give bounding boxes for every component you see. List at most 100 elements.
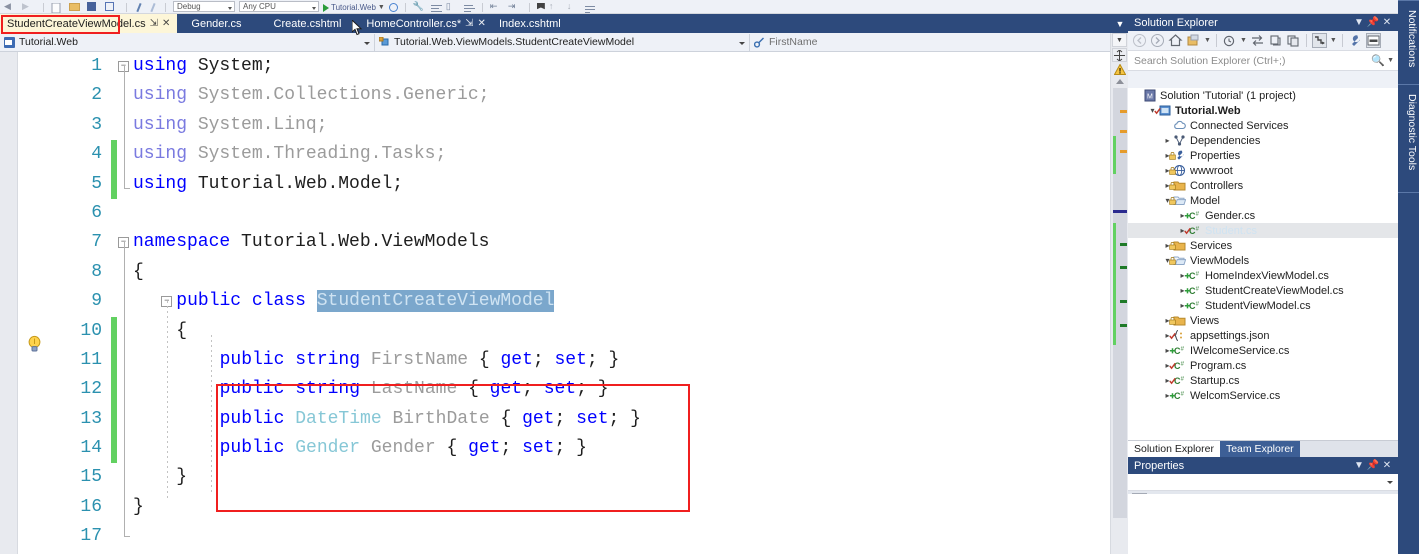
tree-item-startup-cs[interactable]: ▸ C # Startup.cs <box>1128 373 1398 388</box>
tree-item-homeindexviewmodel-cs[interactable]: ▸ C # HomeIndexViewModel.cs <box>1128 268 1398 283</box>
tree-item-gender-cs[interactable]: ▸ C # Gender.cs <box>1128 208 1398 223</box>
undo-icon[interactable] <box>134 3 144 12</box>
tree-item-welcomservice-cs[interactable]: ▸ C # WelcomService.cs <box>1128 388 1398 403</box>
pin-icon[interactable]: 📌 <box>1366 17 1380 28</box>
code-line[interactable]: 16} <box>58 493 1110 522</box>
search-icon[interactable]: 🔍 <box>1371 54 1385 67</box>
chevron-right-icon[interactable]: ▸ <box>1162 136 1173 145</box>
sync-with-active-document-icon[interactable] <box>1250 33 1265 48</box>
tree-item-viewmodels[interactable]: ▾ ViewModels <box>1128 253 1398 268</box>
tree-item-program-cs[interactable]: ▸ C # Program.cs <box>1128 358 1398 373</box>
tab-student-create-view-model[interactable]: StudentCreateViewModel.cs ⇲ ✕ <box>0 14 178 33</box>
new-file-icon[interactable] <box>51 1 65 13</box>
redo-icon[interactable] <box>148 3 158 12</box>
uncomment-icon[interactable] <box>463 4 475 12</box>
tree-item-model[interactable]: ▾ Model <box>1128 193 1398 208</box>
solution-explorer-search[interactable]: Search Solution Explorer (Ctrl+;) 🔍 ▼ <box>1128 51 1398 71</box>
scrollbar-options-icon[interactable]: ▼ <box>1112 33 1127 47</box>
clear-bookmarks-icon[interactable] <box>584 4 596 13</box>
show-all-files-icon[interactable] <box>1311 33 1327 48</box>
properties-object-dropdown[interactable] <box>1128 474 1398 491</box>
start-debug-button[interactable]: Tutorial.Web ▼ <box>323 3 385 12</box>
code-line[interactable]: 6 <box>58 199 1110 228</box>
tree-item-studentcreateviewmodel-cs[interactable]: ▸ C # StudentCreateViewModel.cs <box>1128 283 1398 298</box>
outdent-icon[interactable]: ⇤ <box>490 1 504 12</box>
bookmark-icon[interactable] <box>536 3 545 10</box>
tree-item-solution-tutorial-1-project[interactable]: M Solution 'Tutorial' (1 project) <box>1128 88 1398 103</box>
prev-bookmark-icon[interactable]: ↑ <box>549 1 563 12</box>
code-line[interactable]: 5 using Tutorial.Web.Model; <box>58 169 1110 199</box>
tab-team-explorer[interactable]: Team Explorer <box>1219 441 1300 457</box>
close-icon[interactable]: ✕ <box>1380 460 1394 471</box>
close-icon[interactable]: ✕ <box>1380 17 1394 28</box>
open-file-icon[interactable] <box>69 1 83 12</box>
code-line[interactable]: 3 using System.Linq; <box>58 111 1110 140</box>
code-line[interactable]: 15} <box>58 463 1110 492</box>
vertical-tab-diagnostic-tools[interactable]: Diagnostic Tools <box>1399 88 1418 176</box>
comment-icon[interactable]: ▯ <box>446 1 460 12</box>
tree-item-tutorial-web[interactable]: ▾ Tutorial.Web <box>1128 103 1398 118</box>
tab-home-controller[interactable]: HomeController.cs* ⇲ ✕ <box>359 14 493 33</box>
tree-item-student-cs[interactable]: ▸ C # Student.cs <box>1128 223 1398 238</box>
code-line[interactable]: 11 public string FirstName { get; set; } <box>58 345 1110 376</box>
navbar-member-dropdown[interactable]: FirstName <box>750 33 1128 51</box>
code-line[interactable]: 10 { <box>58 316 1110 346</box>
search-input[interactable]: Search Solution Explorer (Ctrl+;) <box>1134 55 1285 67</box>
code-line[interactable]: 9 public class StudentCreateViewModel <box>58 287 1110 316</box>
panel-menu-chevron-icon[interactable]: ▼ <box>1352 460 1366 471</box>
collapse-all-icon[interactable] <box>1286 33 1301 48</box>
pin-icon[interactable]: ⇲ <box>465 18 473 29</box>
indent-icon[interactable] <box>430 4 442 12</box>
tree-item-dependencies[interactable]: ▸ Dependencies <box>1128 133 1398 148</box>
switch-views-chevron-icon[interactable]: ▼ <box>1204 37 1211 44</box>
close-icon[interactable]: ✕ <box>162 18 170 29</box>
code-line[interactable]: 7 namespace Tutorial.Web.ViewModels <box>58 228 1110 257</box>
next-bookmark-icon[interactable]: ↓ <box>567 1 581 12</box>
scroll-up-arrow-icon[interactable] <box>1116 79 1124 84</box>
back-icon[interactable] <box>1132 33 1147 48</box>
code-line[interactable]: 12 public string LastName { get; set; } <box>58 375 1110 405</box>
navbar-project-dropdown[interactable]: Tutorial.Web <box>0 33 375 51</box>
switch-views-icon[interactable] <box>1186 33 1201 48</box>
code-line[interactable]: 13 public DateTime BirthDate { get; set; … <box>58 404 1110 435</box>
save-all-icon[interactable] <box>105 1 119 12</box>
solution-configuration-dropdown[interactable]: Debug <box>173 1 235 12</box>
split-view-icon[interactable] <box>1112 48 1127 62</box>
code-line[interactable]: 1 using System; <box>58 52 1110 81</box>
solution-platform-dropdown[interactable]: Any CPU <box>239 1 319 12</box>
panel-menu-chevron-icon[interactable]: ▼ <box>1352 17 1366 28</box>
code-lines-container[interactable]: 1 using System; 2 using System.Collections.… <box>58 52 1110 554</box>
tab-create-cshtml[interactable]: Create.cshtml <box>256 14 360 33</box>
preview-selected-items-icon[interactable] <box>1365 33 1381 48</box>
tab-overflow-chevron-icon[interactable]: ▼ <box>1112 14 1128 33</box>
properties-wrench-icon[interactable] <box>1348 33 1363 48</box>
live-share-icon[interactable] <box>388 3 398 12</box>
close-icon[interactable]: ✕ <box>478 18 486 29</box>
properties-grid[interactable] <box>1128 494 1398 554</box>
code-editor[interactable]: 1 using System; 2 using System.Collections.… <box>0 52 1110 554</box>
tree-item-views[interactable]: ▸ Views <box>1128 313 1398 328</box>
pin-icon[interactable]: 📌 <box>1366 460 1380 471</box>
tree-item-services[interactable]: ▸ Services <box>1128 238 1398 253</box>
solution-explorer-tree[interactable]: M Solution 'Tutorial' (1 project) ▾ Tutoria… <box>1128 88 1398 440</box>
editor-vertical-scrollbar[interactable]: ▼ <box>1110 33 1128 554</box>
scrollbar-track[interactable] <box>1113 88 1127 518</box>
tree-item-appsettings-json[interactable]: ▸ appsettings.json <box>1128 328 1398 343</box>
warning-icon[interactable] <box>1114 64 1126 75</box>
code-line[interactable]: 4 using System.Threading.Tasks; <box>58 140 1110 170</box>
tree-item-studentviewmodel-cs[interactable]: ▸ C # StudentViewModel.cs <box>1128 298 1398 313</box>
search-options-chevron-icon[interactable]: ▼ <box>1387 57 1394 64</box>
forward-icon[interactable] <box>1150 33 1165 48</box>
indent-right-icon[interactable]: ⇥ <box>508 1 522 12</box>
tree-item-wwwroot[interactable]: ▸ wwwroot <box>1128 163 1398 178</box>
tab-solution-explorer[interactable]: Solution Explorer <box>1128 441 1220 457</box>
vertical-tab-notifications[interactable]: Notifications <box>1399 4 1418 73</box>
navbar-type-dropdown[interactable]: Tutorial.Web.ViewModels.StudentCreateVie… <box>375 33 750 51</box>
code-line[interactable]: 17 <box>58 522 1110 551</box>
tree-item-connected-services[interactable]: Connected Services <box>1128 118 1398 133</box>
tree-item-iwelcomeservice-cs[interactable]: ▸ C # IWelcomeService.cs <box>1128 343 1398 358</box>
tab-gender[interactable]: Gender.cs <box>177 14 255 33</box>
tree-item-controllers[interactable]: ▸ Controllers <box>1128 178 1398 193</box>
forward-arrow-icon[interactable]: ▶ <box>22 1 36 12</box>
tab-index-cshtml[interactable]: Index.cshtml <box>493 14 567 33</box>
